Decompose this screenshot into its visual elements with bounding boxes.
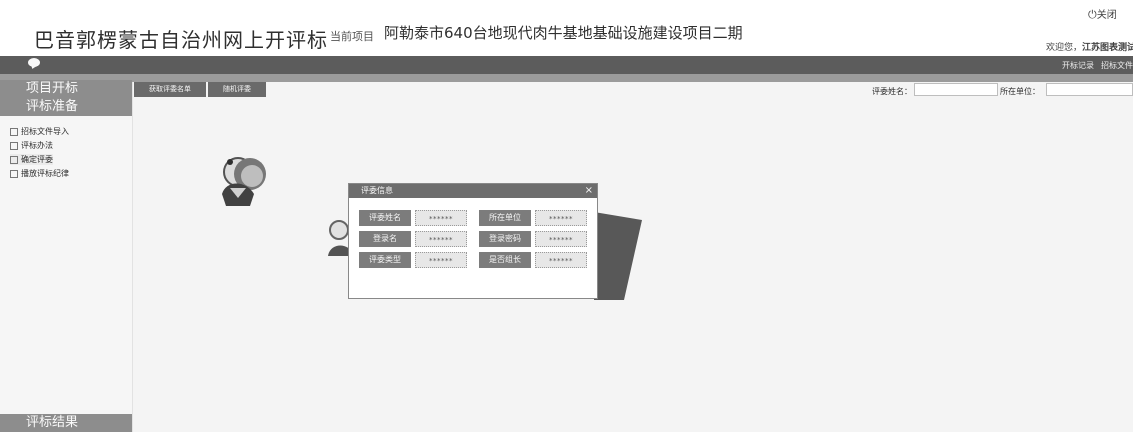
- document-icon: [10, 155, 18, 164]
- user-avatar-icon: [222, 157, 266, 206]
- expert-name-label: 评委姓名: [359, 210, 411, 226]
- is-leader-value: ******: [535, 252, 587, 268]
- is-leader-label: 是否组长: [479, 252, 531, 268]
- document-icon: [10, 127, 18, 136]
- expert-type-label: 评委类型: [359, 252, 411, 268]
- current-project-label: 当前项目: [330, 30, 374, 43]
- background-panel: [594, 212, 642, 300]
- sidebar-section-evaluation-result[interactable]: 评标结果: [0, 414, 132, 432]
- document-icon: [10, 141, 18, 150]
- filter-name-label: 评委姓名：: [872, 87, 912, 96]
- login-name-value: ******: [415, 231, 467, 247]
- power-icon: ⏻: [1088, 8, 1097, 21]
- filter-unit-label: 所在单位：: [1000, 87, 1040, 96]
- sidebar-item-label: 播放评标纪律: [21, 169, 69, 178]
- sidebar-item-play-discipline[interactable]: 播放评标纪律: [10, 168, 69, 179]
- sidebar-item-label: 招标文件导入: [21, 127, 69, 136]
- close-icon[interactable]: ×: [585, 184, 593, 198]
- expert-name-value: ******: [415, 210, 467, 226]
- info-row: 登录名 ****** 登录密码 ******: [349, 231, 597, 249]
- expert-unit-input[interactable]: [1046, 83, 1133, 96]
- welcome-user: 江苏图表测试: [1082, 43, 1133, 53]
- login-password-value: ******: [535, 231, 587, 247]
- info-row: 评委类型 ****** 是否组长 ******: [349, 252, 597, 270]
- login-name-label: 登录名: [359, 231, 411, 247]
- site-title: 巴音郭楞蒙古自治州网上开评标: [34, 28, 328, 52]
- current-project-name: 阿勒泰市640台地现代肉牛基地基础设施建设项目二期: [384, 24, 743, 42]
- unit-label: 所在单位: [479, 210, 531, 226]
- expert-info-dialog: 评委信息 × 评委姓名 ****** 所在单位 ****** 登录名 *****…: [348, 183, 598, 299]
- dialog-title: 评委信息: [361, 186, 393, 195]
- login-password-label: 登录密码: [479, 231, 531, 247]
- tab-get-expert-list[interactable]: 获取评委名单: [134, 82, 206, 97]
- close-label: 关闭: [1096, 10, 1117, 21]
- welcome-text: 欢迎您，江苏图表测试: [1046, 40, 1133, 53]
- tab-random-expert[interactable]: 随机评委: [208, 82, 266, 97]
- sidebar-item-confirm-experts[interactable]: 确定评委: [10, 154, 53, 165]
- info-row: 评委姓名 ****** 所在单位 ******: [349, 210, 597, 228]
- sub-bar: [0, 74, 1133, 82]
- expert-type-value: ******: [415, 252, 467, 268]
- nav-link-tender-docs[interactable]: 招标文件: [1101, 60, 1133, 71]
- nav-link-bid-record[interactable]: 开标记录: [1062, 60, 1094, 71]
- close-button[interactable]: ⏻关闭: [1088, 6, 1117, 22]
- sidebar: 项目开标 评标准备 招标文件导入 评标办法 确定评委 播放评标纪律 评标结果: [0, 80, 133, 432]
- sidebar-item-import-tender-doc[interactable]: 招标文件导入: [10, 126, 69, 137]
- sidebar-section-evaluation-prep[interactable]: 评标准备: [0, 98, 132, 116]
- welcome-prefix: 欢迎您，: [1046, 43, 1083, 53]
- unit-value: ******: [535, 210, 587, 226]
- dialog-header: 评委信息 ×: [349, 184, 597, 198]
- sidebar-section-bid-opening[interactable]: 项目开标: [0, 80, 132, 98]
- sidebar-item-label: 评标办法: [21, 141, 53, 150]
- sidebar-item-label: 确定评委: [21, 155, 53, 164]
- document-icon: [10, 169, 18, 178]
- sidebar-item-evaluation-method[interactable]: 评标办法: [10, 140, 53, 151]
- expert-name-input[interactable]: [914, 83, 998, 96]
- chat-icon[interactable]: [28, 58, 40, 67]
- nav-bar: [0, 56, 1133, 74]
